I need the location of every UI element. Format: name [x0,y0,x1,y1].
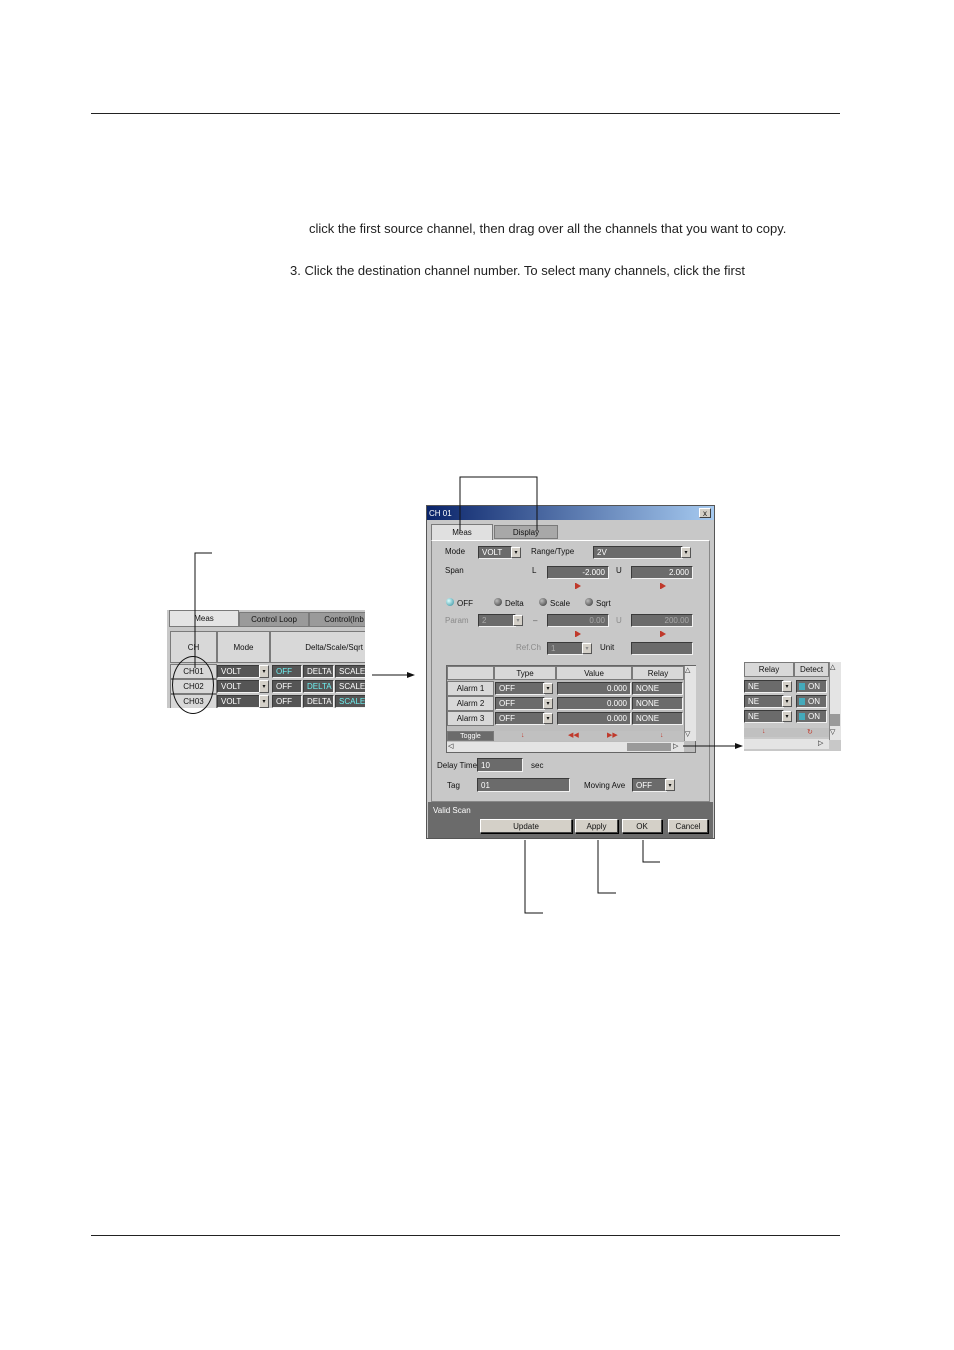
callout-lines [194,476,743,914]
